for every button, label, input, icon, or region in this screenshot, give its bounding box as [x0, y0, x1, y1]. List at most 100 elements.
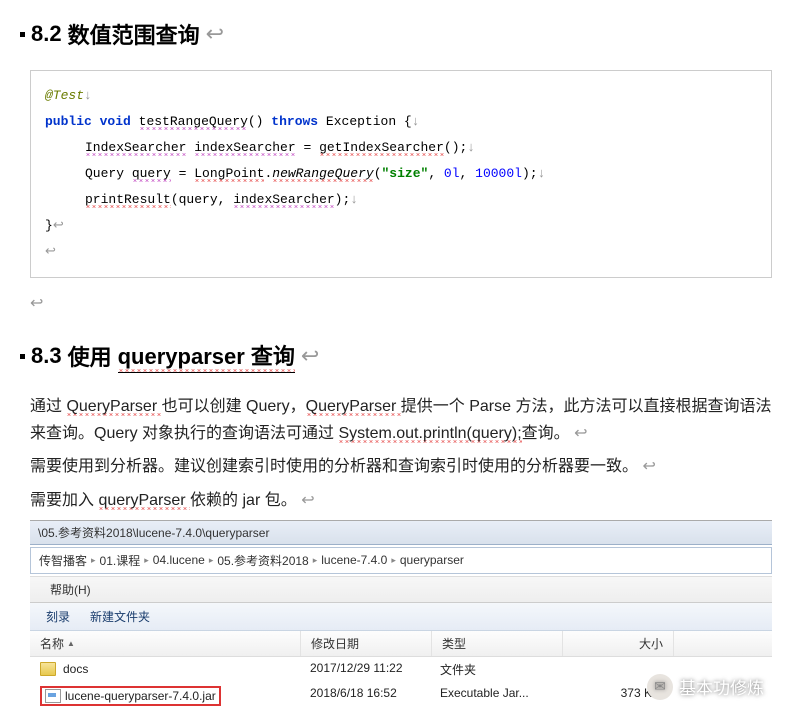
heading-title: 数值范围查询 — [68, 18, 200, 50]
paragraph-mark-icon: ↩ — [301, 343, 319, 369]
sort-asc-icon: ▲ — [67, 639, 75, 648]
highlighted-file: lucene-queryparser-7.4.0.jar — [40, 686, 221, 706]
column-header-type[interactable]: 类型 — [432, 631, 563, 656]
para-text: 查询。 — [522, 425, 570, 442]
code-line: @Test↓ — [45, 83, 757, 109]
annotation: @Test — [45, 88, 84, 103]
chevron-right-icon: ▸ — [144, 555, 149, 566]
code-text: } — [45, 218, 53, 233]
paragraph-mark-icon: ↩ — [206, 21, 224, 47]
column-header-date[interactable]: 修改日期 — [301, 631, 432, 656]
code-text: ); — [335, 192, 351, 207]
column-header-name[interactable]: 名称 ▲ — [30, 631, 301, 656]
call-name: getIndexSearcher — [319, 140, 444, 156]
keyword: void — [100, 114, 131, 129]
string-literal: "size" — [382, 166, 429, 181]
file-type: Executable Jar... — [430, 684, 560, 708]
menu-bar[interactable]: 帮助(H) — [30, 576, 772, 603]
column-header-size[interactable]: 大小 — [563, 631, 674, 656]
heading-8-3: 8.3 使用 queryparser 查询 ↩ — [20, 339, 782, 373]
code-line: public void testRangeQuery() throws Exce… — [45, 109, 757, 135]
newline-mark-icon: ↓ — [467, 140, 475, 155]
para-text: 通过 — [30, 398, 66, 415]
code-line: printResult(query, indexSearcher);↓ — [45, 187, 757, 213]
chevron-right-icon: ▸ — [313, 555, 318, 566]
code-line: }↩ — [45, 213, 757, 239]
watermark: ✉ 基本功修炼 — [647, 674, 764, 700]
method-name: testRangeQuery — [139, 114, 248, 130]
heading-prefix: 使用 — [68, 340, 112, 372]
code-text: , — [428, 166, 444, 181]
explorer-toolbar: 刻录 新建文件夹 — [30, 603, 772, 631]
code-text: ); — [522, 166, 538, 181]
heading-number: 8.2 — [31, 21, 62, 47]
method-call: newRangeQuery — [272, 166, 373, 182]
column-headers[interactable]: 名称 ▲ 修改日期 类型 大小 — [30, 631, 772, 657]
file-name: lucene-queryparser-7.4.0.jar — [65, 689, 216, 703]
bullet-icon — [20, 354, 25, 359]
folder-icon — [40, 662, 56, 676]
wechat-icon: ✉ — [647, 674, 673, 700]
code-line: ↩ — [45, 239, 757, 265]
code-text: , — [460, 166, 476, 181]
heading-8-2: 8.2 数值范围查询 ↩ — [20, 18, 782, 50]
newline-mark-icon: ↓ — [538, 166, 546, 181]
arg-name: indexSearcher — [233, 192, 334, 208]
code-text: ( — [374, 166, 382, 181]
newline-mark-icon: ↓ — [84, 88, 92, 103]
code-fragment: System.out.println(query); — [338, 425, 521, 443]
code-block: @Test↓ public void testRangeQuery() thro… — [30, 70, 772, 278]
code-text: = — [171, 166, 194, 181]
code-text: (query, — [171, 192, 233, 207]
file-name: docs — [63, 662, 88, 676]
menu-help[interactable]: 帮助(H) — [50, 583, 91, 597]
breadcrumb[interactable]: 传智播客▸ 01.课程▸ 04.lucene▸ 05.参考资料2018▸ luc… — [30, 547, 772, 574]
para-text: 依赖的 jar 包。 — [190, 492, 297, 509]
newline-mark-icon: ↓ — [412, 114, 420, 129]
explorer-window: \05.参考资料2018\lucene-7.4.0\queryparser 传智… — [30, 520, 772, 710]
paragraph-mark-icon: ↩ — [30, 295, 43, 312]
chevron-right-icon: ▸ — [209, 555, 214, 566]
heading-number: 8.3 — [31, 343, 62, 369]
breadcrumb-item[interactable]: 传智播客 — [39, 552, 87, 569]
code-line: Query query = LongPoint.newRangeQuery("s… — [45, 161, 757, 187]
explorer-titlebar-path: \05.参考资料2018\lucene-7.4.0\queryparser — [30, 521, 772, 545]
chevron-right-icon: ▸ — [91, 555, 96, 566]
code-text: () — [248, 114, 264, 129]
toolbar-newfolder-button[interactable]: 新建文件夹 — [90, 608, 150, 625]
code-text: (); — [444, 140, 467, 155]
breadcrumb-item[interactable]: lucene-7.4.0 — [321, 553, 387, 567]
paragraph-mark-icon: ↩ — [53, 218, 64, 233]
breadcrumb-item[interactable]: 01.课程 — [100, 552, 141, 569]
call-name: printResult — [85, 192, 171, 208]
body-paragraph-3: 需要加入 queryParser 依赖的 jar 包。 ↩ — [30, 487, 772, 514]
bullet-icon — [20, 32, 25, 37]
term-queryparser: queryParser — [98, 492, 190, 510]
number-literal: 0l — [444, 166, 460, 181]
chevron-right-icon: ▸ — [391, 555, 396, 566]
term-queryparser: QueryParser — [306, 398, 401, 416]
code-line: IndexSearcher indexSearcher = getIndexSe… — [45, 135, 757, 161]
heading-underlined: queryparser 查询 — [118, 339, 295, 373]
watermark-text: 基本功修炼 — [679, 674, 764, 699]
para-text: 也可以创建 Query， — [162, 398, 306, 415]
code-text: Exception { — [326, 114, 412, 129]
term-queryparser: QueryParser — [66, 398, 161, 416]
paragraph-mark-icon: ↩ — [642, 458, 655, 475]
paragraph-mark-icon: ↩ — [45, 244, 56, 259]
para-text: 需要使用到分析器。建议创建索引时使用的分析器和查询索引时使用的分析器要一致。 — [30, 458, 638, 475]
empty-line: ↩ — [30, 293, 772, 313]
keyword: public — [45, 114, 92, 129]
toolbar-burn-button[interactable]: 刻录 — [46, 608, 70, 625]
file-date: 2018/6/18 16:52 — [300, 684, 430, 708]
breadcrumb-item[interactable]: 04.lucene — [153, 553, 205, 567]
file-type: 文件夹 — [430, 659, 560, 680]
breadcrumb-item[interactable]: queryparser — [400, 553, 464, 567]
breadcrumb-item[interactable]: 05.参考资料2018 — [217, 552, 308, 569]
class-name: LongPoint — [194, 166, 264, 182]
code-text: Query — [85, 166, 132, 181]
var-name: indexSearcher — [194, 140, 295, 156]
paragraph-mark-icon: ↩ — [574, 425, 587, 442]
type-name: IndexSearcher — [85, 140, 186, 156]
para-text: 需要加入 — [30, 492, 98, 509]
